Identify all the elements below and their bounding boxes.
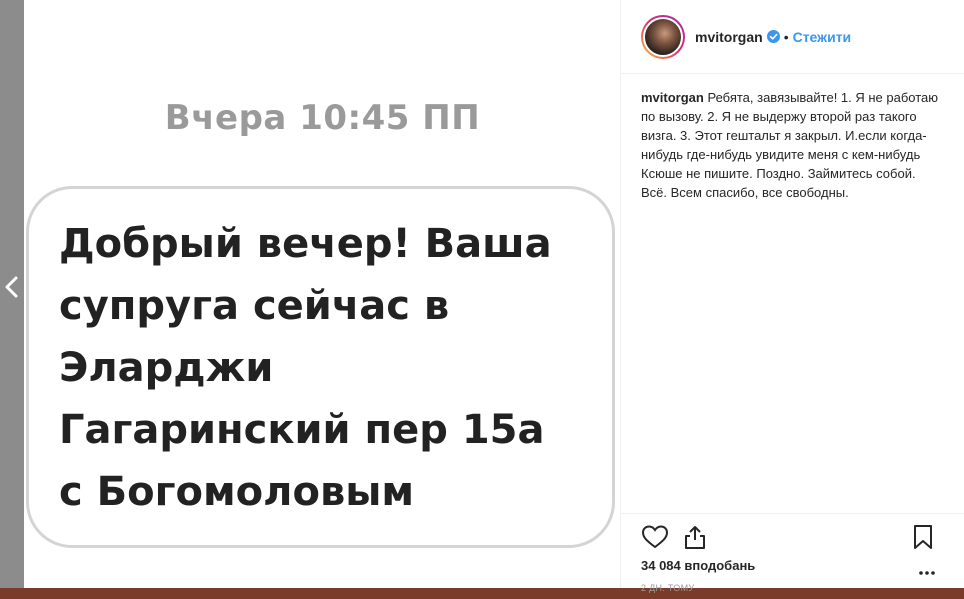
backdrop-bottom xyxy=(0,588,964,599)
header-separator: • xyxy=(783,28,789,45)
likes-count[interactable]: 34 084 вподобань xyxy=(641,558,755,573)
header-username[interactable]: mvitorgan xyxy=(695,29,763,45)
heart-icon[interactable] xyxy=(641,523,669,551)
chevron-left-icon[interactable] xyxy=(2,272,22,302)
avatar[interactable] xyxy=(641,14,685,59)
caption-text: Ребята, завязывайте! 1. Я не работаю по … xyxy=(641,90,939,200)
more-icon[interactable] xyxy=(917,565,937,575)
post-image: Вчера 10:45 ПП Добрый вечер! Ваша супруг… xyxy=(24,0,621,588)
share-icon[interactable] xyxy=(681,523,709,551)
caption-username[interactable]: mvitorgan xyxy=(641,90,704,105)
post-modal: Вчера 10:45 ПП Добрый вечер! Ваша супруг… xyxy=(24,0,964,593)
verified-icon xyxy=(766,30,780,43)
post-sidebar: mvitorgan • Стежити mvitorgan Ребята, за… xyxy=(621,0,964,593)
caption: mvitorgan Ребята, завязывайте! 1. Я не р… xyxy=(641,88,941,202)
message-bubble: Добрый вечер! Ваша супруга сейчас в Элар… xyxy=(26,186,615,548)
bookmark-icon[interactable] xyxy=(909,523,937,551)
post-header: mvitorgan • Стежити xyxy=(621,0,964,74)
follow-button[interactable]: Стежити xyxy=(793,29,852,45)
message-text: Добрый вечер! Ваша супруга сейчас в Элар… xyxy=(59,221,552,515)
message-time: Вчера 10:45 ПП xyxy=(164,98,481,138)
post-time[interactable]: 2 дн. тому xyxy=(641,583,694,593)
divider xyxy=(621,513,964,514)
